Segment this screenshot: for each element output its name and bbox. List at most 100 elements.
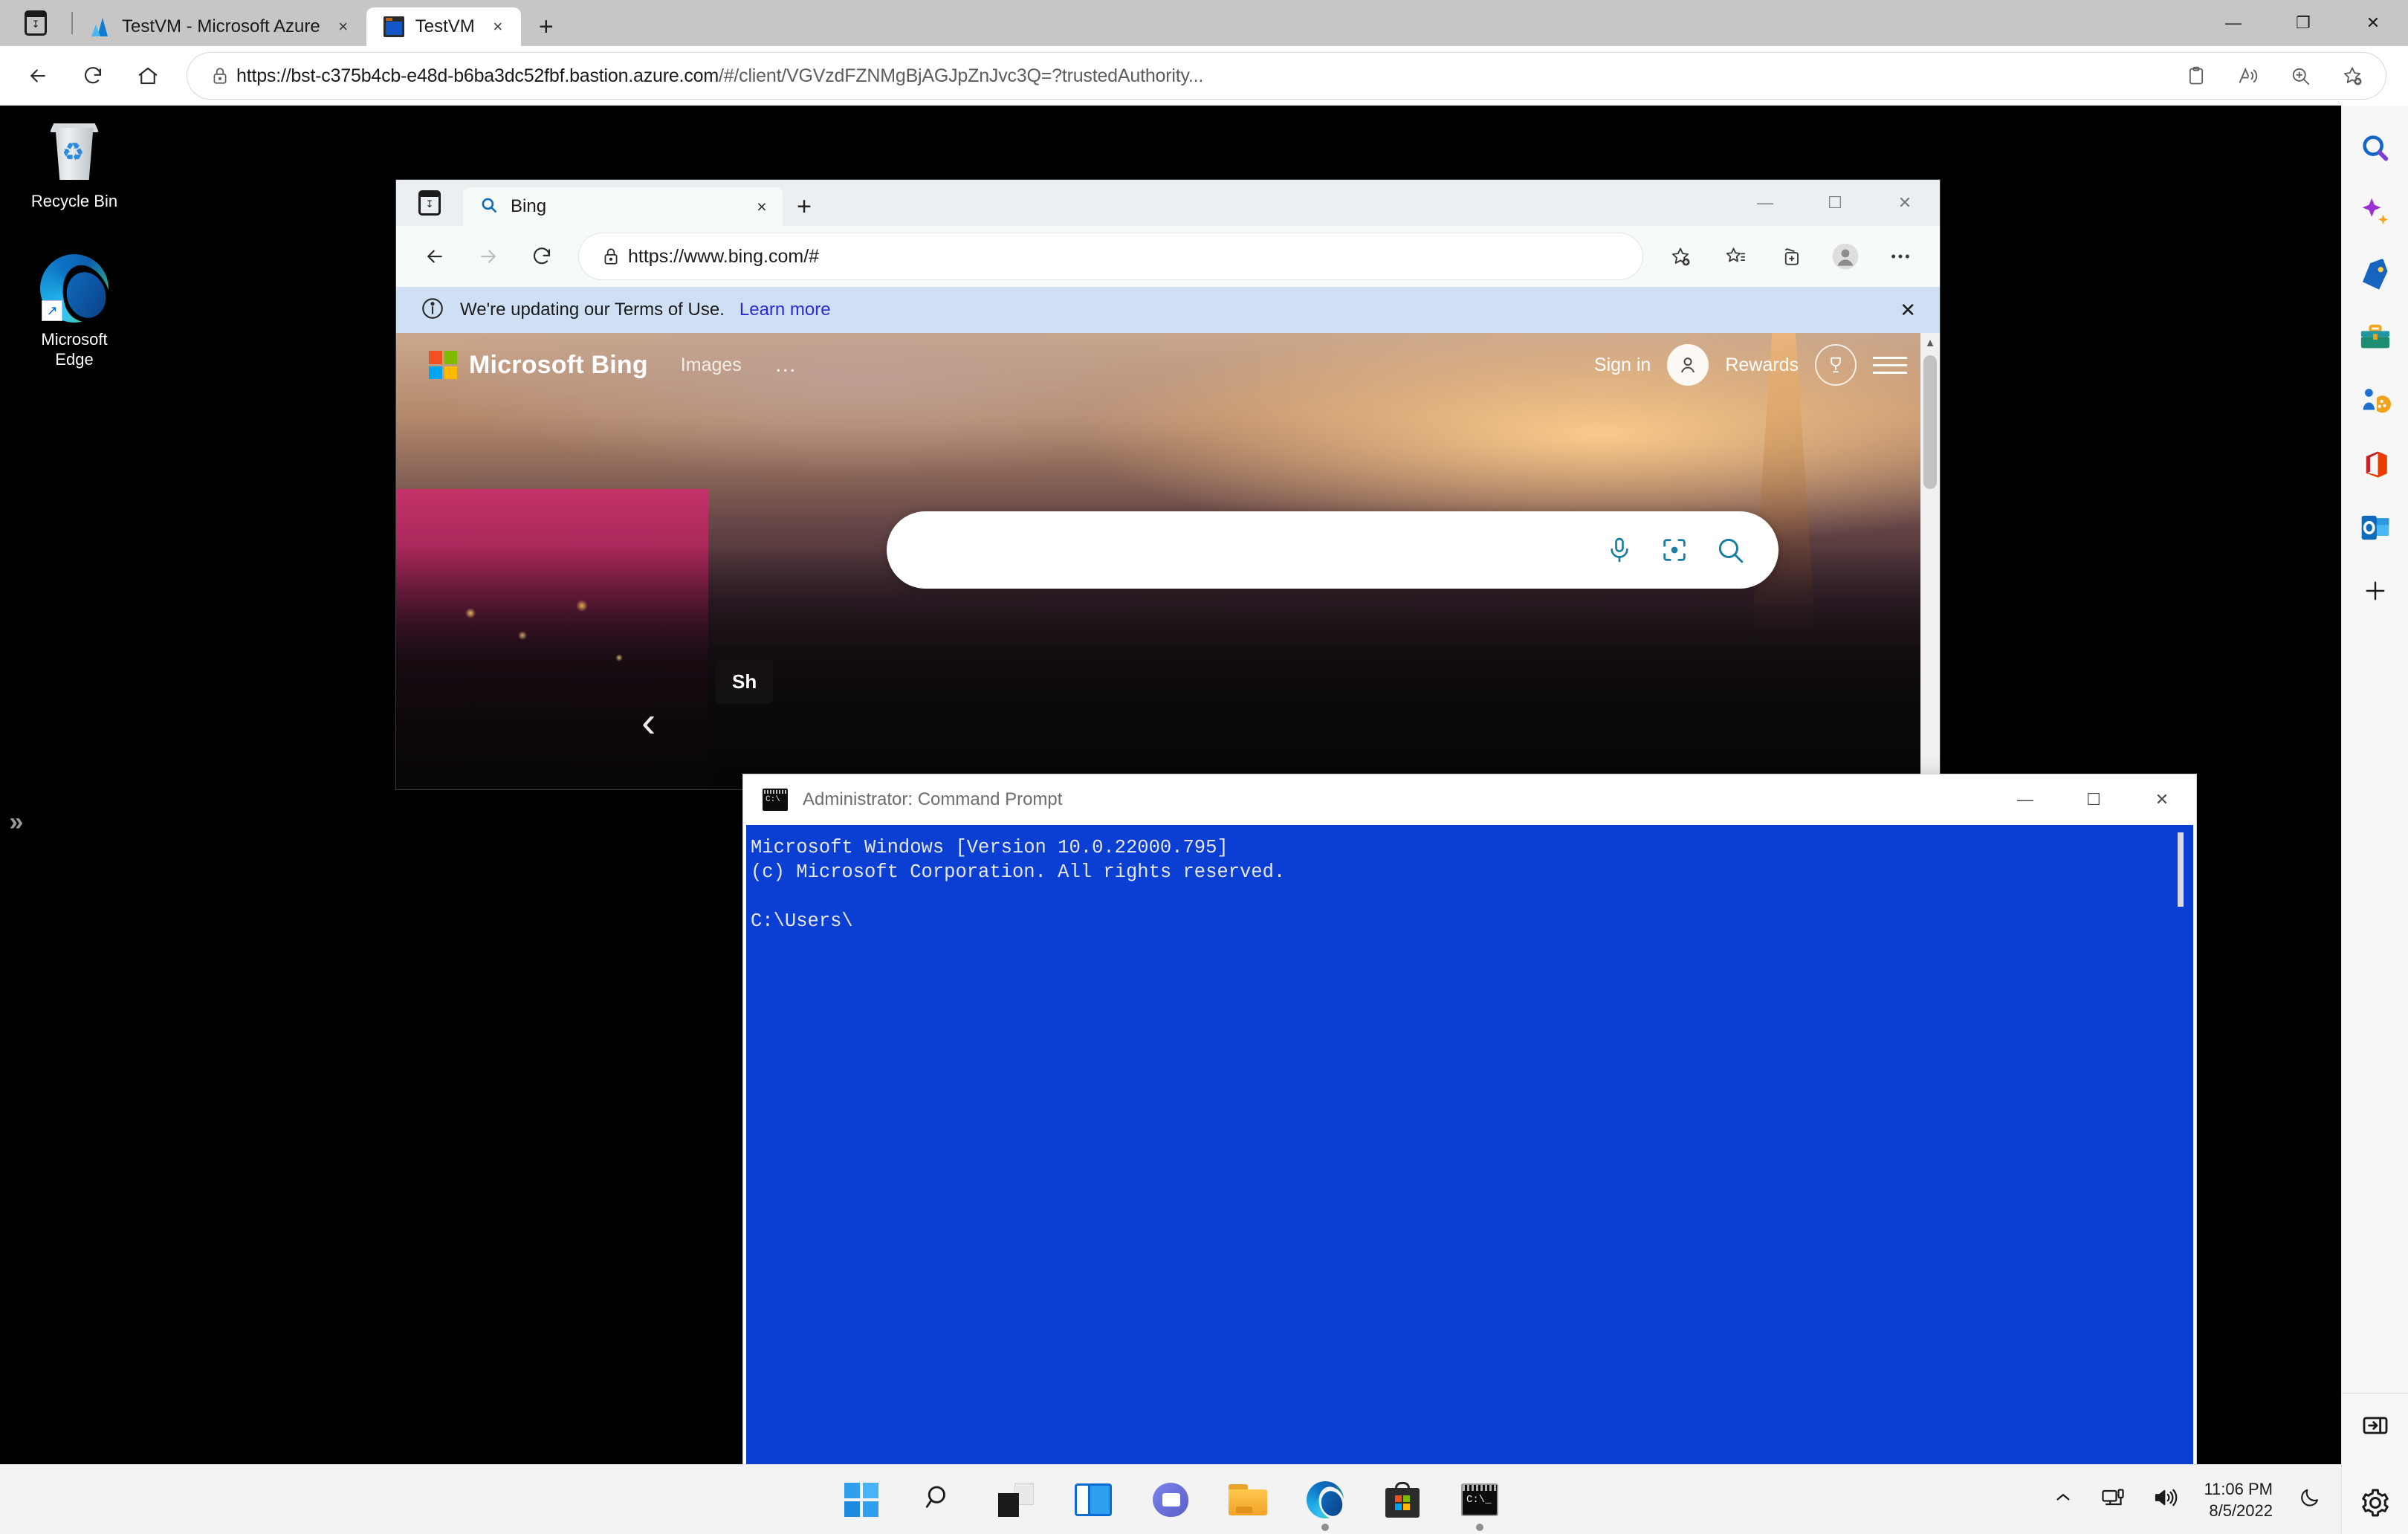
outer-tab-strip: ↧ TestVM - Microsoft Azure × TestVM × + …: [0, 0, 2408, 46]
avatar[interactable]: [1667, 344, 1709, 386]
rewards-badge-icon[interactable]: [1815, 344, 1857, 386]
notifications-icon[interactable]: [2298, 1486, 2322, 1513]
cmd-minimize-button[interactable]: —: [1991, 774, 2059, 825]
learn-more-link[interactable]: Learn more: [739, 300, 831, 320]
open-in-sidebar-icon[interactable]: [2352, 1402, 2399, 1449]
vm-address-bar[interactable]: https://www.bing.com/#: [579, 233, 1642, 279]
vm-refresh-button[interactable]: [515, 233, 569, 280]
file-explorer-icon: [1229, 1483, 1267, 1515]
office-icon[interactable]: [2352, 441, 2399, 488]
hero-caption-chip[interactable]: Sh: [716, 660, 774, 704]
scroll-up-arrow[interactable]: ▲: [1920, 333, 1940, 352]
bing-nav-images[interactable]: Images: [681, 355, 742, 376]
add-favorite-icon[interactable]: [1653, 233, 1708, 279]
profile-icon[interactable]: [1818, 233, 1873, 279]
tab-testvm-azure[interactable]: TestVM - Microsoft Azure ×: [73, 7, 366, 46]
microsoft-edge-icon: [1307, 1480, 1349, 1522]
command-prompt-window[interactable]: Administrator: Command Prompt — ☐ ✕ Micr…: [743, 774, 2196, 1534]
console-scrollbar[interactable]: [2171, 828, 2192, 1533]
settings-and-more-icon[interactable]: [1873, 233, 1928, 279]
vm-minimize-button[interactable]: —: [1730, 180, 1800, 226]
minimize-button[interactable]: —: [2198, 0, 2268, 46]
games-icon[interactable]: [2352, 378, 2399, 425]
add-sidebar-app-icon[interactable]: [2352, 567, 2399, 615]
hero-previous-arrow[interactable]: ‹: [641, 697, 656, 747]
clipboard-icon[interactable]: [2170, 53, 2222, 99]
tab-close-button[interactable]: ×: [485, 14, 511, 39]
taskbar-file-explorer-button[interactable]: [1227, 1479, 1269, 1521]
desktop-icon-microsoft-edge[interactable]: ↗ Microsoft Edge: [7, 254, 141, 370]
back-button[interactable]: [10, 52, 65, 100]
taskbar-widgets-button[interactable]: [995, 1479, 1037, 1521]
outer-window-controls: — ❐ ✕: [2198, 0, 2408, 46]
zoom-icon[interactable]: [2274, 53, 2326, 99]
close-button[interactable]: ✕: [2338, 0, 2408, 46]
shopping-tag-icon[interactable]: [2352, 251, 2399, 299]
vm-toolbar-actions: [1653, 233, 1928, 279]
taskbar-chat-button[interactable]: [1150, 1479, 1191, 1521]
bing-menu-icon[interactable]: [1873, 356, 1907, 374]
outlook-icon[interactable]: [2352, 504, 2399, 551]
scrollbar-thumb[interactable]: [1923, 355, 1937, 489]
microphone-icon[interactable]: [1605, 535, 1634, 565]
taskbar-task-view-button[interactable]: [1072, 1479, 1114, 1521]
bing-nav-more[interactable]: …: [774, 352, 799, 378]
new-tab-button[interactable]: +: [525, 7, 567, 46]
bing-logo[interactable]: Microsoft Bing: [429, 351, 648, 380]
taskbar-start-button[interactable]: [841, 1479, 882, 1521]
taskbar-search-button[interactable]: [918, 1479, 959, 1521]
vm-maximize-button[interactable]: ☐: [1800, 180, 1870, 226]
desktop-icon-recycle-bin[interactable]: ♻ Recycle Bin: [7, 120, 141, 212]
bastion-vm-viewport[interactable]: ♻ Recycle Bin ↗ Microsoft Edge ↧ Bing × …: [0, 106, 2341, 1534]
discover-sparkle-icon[interactable]: [2352, 188, 2399, 236]
notification-close-button[interactable]: ✕: [1900, 299, 1916, 322]
taskbar-microsoft-store-button[interactable]: [1382, 1479, 1423, 1521]
home-button[interactable]: [120, 52, 175, 100]
vm-tab-close-button[interactable]: ×: [748, 197, 775, 217]
vm-edge-window[interactable]: ↧ Bing × + — ☐ ✕ https://www.bing.com/# …: [396, 180, 1940, 789]
address-bar[interactable]: https://bst-c375b4cb-e48d-b6ba3dc52fbf.b…: [187, 53, 2386, 99]
console-output[interactable]: Microsoft Windows [Version 10.0.22000.79…: [746, 825, 2193, 1534]
address-host: https://bst-c375b4cb-e48d-b6ba3dc52fbf.b…: [236, 65, 719, 86]
tab-search-button[interactable]: ↧: [0, 0, 71, 46]
tab-testvm-bastion[interactable]: TestVM ×: [366, 7, 521, 46]
notification-text: We're updating our Terms of Use.: [460, 300, 725, 320]
vm-close-button[interactable]: ✕: [1870, 180, 1940, 226]
vm-tab-search-button[interactable]: ↧: [396, 180, 463, 226]
expand-left-panel-button[interactable]: »: [0, 807, 33, 837]
search-icon[interactable]: [1715, 534, 1746, 566]
vm-new-tab-button[interactable]: +: [783, 187, 826, 226]
refresh-button[interactable]: [65, 52, 120, 100]
tab-close-button[interactable]: ×: [331, 14, 356, 39]
scrollbar-thumb[interactable]: [2178, 832, 2184, 907]
volume-icon[interactable]: [2152, 1484, 2178, 1515]
taskbar-edge-button[interactable]: [1304, 1479, 1349, 1531]
favorites-icon[interactable]: [1708, 233, 1763, 279]
address-path: /#/client/VGVzdFZNMgBjAGJpZnJvc3Q=?trust…: [718, 65, 1204, 86]
command-prompt-title-bar[interactable]: Administrator: Command Prompt — ☐ ✕: [743, 774, 2196, 825]
add-favorite-icon[interactable]: [2326, 53, 2378, 99]
vm-tab-bing[interactable]: Bing ×: [463, 187, 783, 226]
read-aloud-icon[interactable]: [2222, 53, 2274, 99]
bing-search-box[interactable]: [887, 511, 1779, 589]
tools-toolbox-icon[interactable]: [2352, 314, 2399, 362]
visual-search-icon[interactable]: [1660, 535, 1689, 565]
windows-taskbar: 11:06 PM 8/5/2022: [0, 1464, 2341, 1534]
vm-back-button[interactable]: [408, 233, 462, 280]
cmd-close-button[interactable]: ✕: [2128, 774, 2196, 825]
taskbar-clock[interactable]: 11:06 PM 8/5/2022: [2204, 1478, 2273, 1521]
vm-forward-button[interactable]: [462, 233, 515, 280]
bing-rewards-link[interactable]: Rewards: [1725, 355, 1799, 376]
show-hidden-icons-button[interactable]: [2052, 1486, 2074, 1512]
taskbar-command-prompt-button[interactable]: [1459, 1479, 1501, 1531]
search-icon[interactable]: [2352, 125, 2399, 172]
collections-icon[interactable]: [1763, 233, 1818, 279]
cmd-maximize-button[interactable]: ☐: [2059, 774, 2128, 825]
network-icon[interactable]: [2100, 1484, 2126, 1515]
bing-sign-in-link[interactable]: Sign in: [1594, 355, 1651, 376]
vm-window-controls: — ☐ ✕: [1730, 180, 1940, 226]
maximize-button[interactable]: ❐: [2268, 0, 2338, 46]
bing-page-scrollbar[interactable]: ▲ ▼: [1920, 333, 1940, 789]
settings-gear-icon[interactable]: [2352, 1479, 2399, 1527]
microsoft-store-icon: [1385, 1481, 1420, 1518]
